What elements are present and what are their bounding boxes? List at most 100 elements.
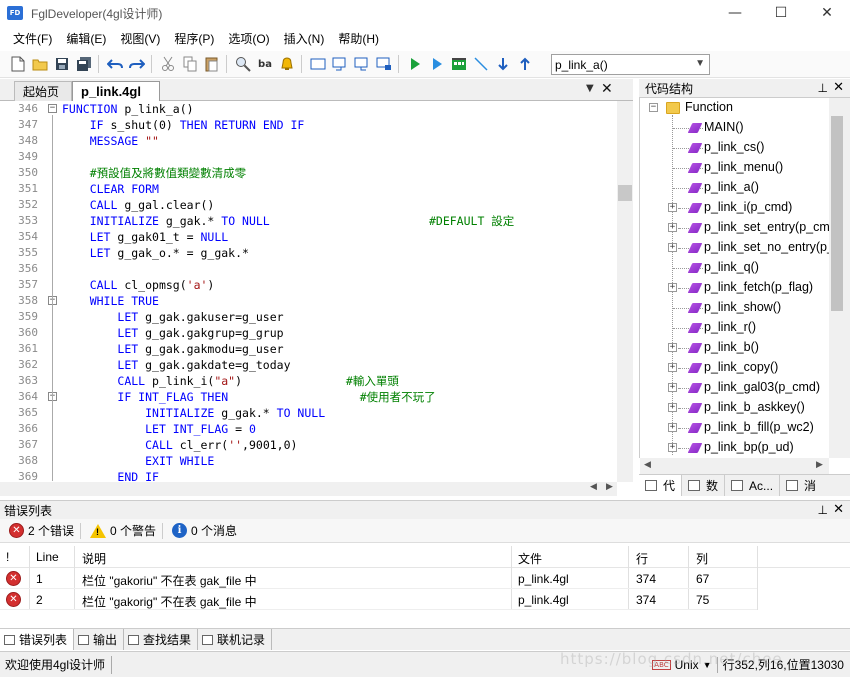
run-step-icon[interactable] [427,54,447,74]
tree-item-function[interactable]: + p_link_b_askkey() [640,398,832,418]
tab-messages[interactable]: 消 [780,475,822,496]
tree-root[interactable]: − Function [640,98,832,118]
menu-help[interactable]: 帮助(H) [331,28,386,50]
code-line[interactable]: 368 EXIT WHILE [0,453,616,469]
expand-icon[interactable]: + [668,243,677,252]
expand-icon[interactable]: + [668,403,677,412]
tree-item-function[interactable]: + p_link_b_fill(p_wc2) [640,418,832,438]
tree-item-function[interactable]: p_link_menu() [640,158,832,178]
code-line[interactable]: 362 LET g_gak.gakdate=g_today [0,357,616,373]
expand-icon[interactable]: + [668,443,677,452]
code-line[interactable]: 356 [0,261,616,277]
tab-start-page[interactable]: 起始页 [14,81,72,101]
code-line[interactable]: 359 LET g_gak.gakuser=g_user [0,309,616,325]
error-row[interactable]: ✕ 2 栏位 "gakorig" 不在表 gak_file 中 p_link.4gl 3… [0,589,850,610]
filter-errors[interactable]: ✕ 2 个错误 [9,522,74,539]
collapse-icon[interactable]: − [649,103,658,112]
scroll-left-icon[interactable]: ◀ [590,482,597,492]
close-button[interactable]: ✕ [804,0,850,26]
scroll-right-icon[interactable]: ▶ [816,460,823,470]
tree-item-function[interactable]: p_link_cs() [640,138,832,158]
menu-edit[interactable]: 编辑(E) [59,28,113,50]
code-line[interactable]: 352 CALL g_gal.clear() [0,197,616,213]
close-icon[interactable]: ✕ [833,502,844,517]
replace-icon[interactable]: ba [255,54,275,74]
tab-list-dropdown-icon[interactable]: ▼ [586,83,594,94]
code-line[interactable]: 351 CLEAR FORM [0,181,616,197]
window-back-icon[interactable] [330,54,350,74]
tree-item-function[interactable]: + p_link_i(p_cmd) [640,198,832,218]
tree-vertical-scroll-thumb[interactable] [831,116,843,311]
column-header-description[interactable]: 说明 [82,550,106,567]
expand-icon[interactable]: + [668,223,677,232]
editor-vertical-scroll-thumb[interactable] [618,185,632,201]
menu-file[interactable]: 文件(F) [6,28,59,50]
function-selector[interactable]: p_link_a() ▼ [551,54,710,75]
line-tool-icon[interactable] [471,54,491,74]
cut-icon[interactable] [158,54,178,74]
column-divider[interactable] [29,546,30,568]
code-line[interactable]: 357 CALL cl_opmsg('a') [0,277,616,293]
redo-icon[interactable] [127,54,147,74]
column-divider[interactable] [628,546,629,568]
copy-icon[interactable] [180,54,200,74]
code-line[interactable]: 363 CALL p_link_i("a") #輸入單頭 [0,373,616,389]
code-line[interactable]: 348 MESSAGE "" [0,133,616,149]
code-line[interactable]: 354 LET g_gak01_t = NULL [0,229,616,245]
tree-item-function[interactable]: + p_link_bp(p_ud) [640,438,832,458]
window-down-icon[interactable] [374,54,394,74]
expand-icon[interactable]: + [668,383,677,392]
pin-icon[interactable]: ⊥ [818,503,828,517]
expand-icon[interactable]: + [668,363,677,372]
column-divider[interactable] [688,546,689,568]
tab-actions[interactable]: Ac... [725,475,781,496]
paste-icon[interactable] [202,54,222,74]
tree-item-function[interactable]: + p_link_fetch(p_flag) [640,278,832,298]
tree-item-function[interactable]: p_link_r() [640,318,832,338]
tab-code-structure[interactable]: 代 [639,475,683,496]
code-line[interactable]: 361 LET g_gak.gakmodu=g_user [0,341,616,357]
filter-warnings[interactable]: ! 0 个警告 [90,522,156,539]
tab-find-results[interactable]: 查找结果 [124,629,199,650]
code-line[interactable]: 365 INITIALIZE g_gak.* TO NULL [0,405,616,421]
tree-item-function[interactable]: p_link_q() [640,258,832,278]
bookmark-bell-icon[interactable] [277,54,297,74]
open-folder-icon[interactable] [30,54,50,74]
arrow-up-icon[interactable] [515,54,535,74]
tab-p-link-4gl[interactable]: p_link.4gl [72,81,160,101]
code-line[interactable]: 347 IF s_shut(0) THEN RETURN END IF [0,117,616,133]
build-icon[interactable] [449,54,469,74]
expand-icon[interactable]: + [668,283,677,292]
column-header-severity[interactable]: ! [6,550,9,564]
tree-item-function[interactable]: + p_link_copy() [640,358,832,378]
arrow-down-icon[interactable] [493,54,513,74]
find-icon[interactable] [233,54,253,74]
maximize-button[interactable]: ☐ [758,0,804,26]
line-ending-selector[interactable]: Unix [675,658,699,672]
close-icon[interactable]: ✕ [833,80,844,95]
code-line[interactable]: 353 INITIALIZE g_gak.* TO NULL #DEFAULT … [0,213,616,229]
tree-item-function[interactable]: + p_link_set_entry(p_cmd) [640,218,832,238]
menu-insert[interactable]: 插入(N) [277,28,332,50]
tree-item-function[interactable]: MAIN() [640,118,832,138]
code-line[interactable]: 355 LET g_gak_o.* = g_gak.* [0,245,616,261]
fold-toggle-icon[interactable]: − [48,104,57,113]
editor-vertical-scrollbar[interactable] [617,101,633,482]
editor-horizontal-scrollbar[interactable]: ◀ ▶ [0,482,617,496]
chevron-down-icon[interactable]: ▼ [703,660,712,670]
column-divider[interactable] [511,546,512,568]
pin-icon[interactable]: ⊥ [818,81,828,95]
save-all-icon[interactable] [74,54,94,74]
code-line[interactable]: 349 [0,149,616,165]
scroll-left-icon[interactable]: ◀ [644,460,651,470]
tree-item-function[interactable]: p_link_show() [640,298,832,318]
close-tab-icon[interactable]: ✕ [601,81,613,97]
menu-options[interactable]: 选项(O) [221,28,276,50]
tab-error-list[interactable]: 错误列表 [0,629,75,650]
tree-item-function[interactable]: p_link_a() [640,178,832,198]
code-line[interactable]: 364− IF INT_FLAG THEN #使用者不玩了 [0,389,616,405]
window-forward-icon[interactable] [352,54,372,74]
column-header-row[interactable]: 行 [636,550,648,567]
tab-data[interactable]: 数 [682,475,726,496]
expand-icon[interactable]: + [668,423,677,432]
